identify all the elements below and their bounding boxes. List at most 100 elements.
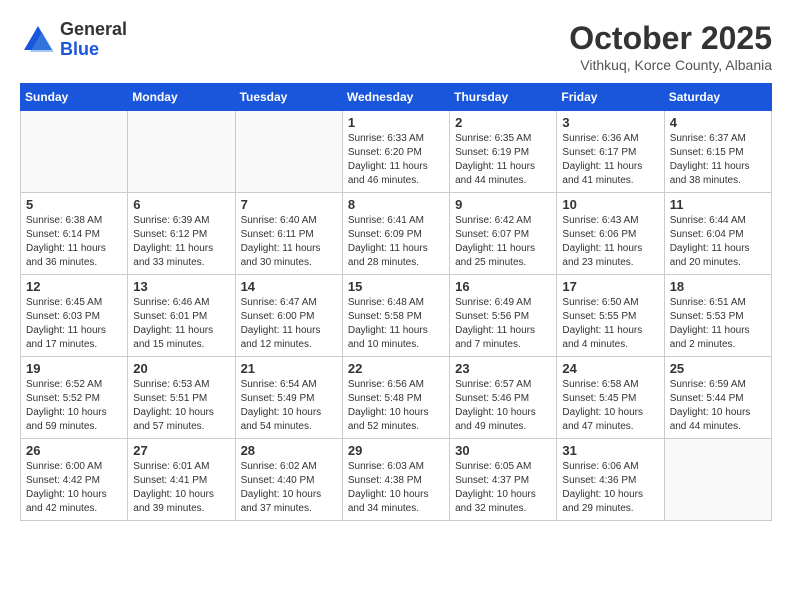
day-number: 19 bbox=[26, 361, 122, 376]
logo: General Blue bbox=[20, 20, 127, 60]
calendar-header-friday: Friday bbox=[557, 84, 664, 111]
calendar-cell: 26 Sunrise: 6:00 AM Sunset: 4:42 PM Dayli… bbox=[21, 439, 128, 521]
calendar-cell: 3 Sunrise: 6:36 AM Sunset: 6:17 PM Daylig… bbox=[557, 111, 664, 193]
day-number: 28 bbox=[241, 443, 337, 458]
day-number: 9 bbox=[455, 197, 551, 212]
day-info: Sunrise: 6:05 AM Sunset: 4:37 PM Dayligh… bbox=[455, 460, 551, 516]
calendar-cell bbox=[21, 111, 128, 193]
day-info: Sunrise: 6:02 AM Sunset: 4:40 PM Dayligh… bbox=[241, 460, 337, 516]
day-number: 1 bbox=[348, 115, 444, 130]
day-number: 27 bbox=[133, 443, 229, 458]
day-number: 23 bbox=[455, 361, 551, 376]
location-subtitle: Vithkuq, Korce County, Albania bbox=[569, 57, 772, 73]
day-number: 16 bbox=[455, 279, 551, 294]
day-info: Sunrise: 6:39 AM Sunset: 6:12 PM Dayligh… bbox=[133, 214, 229, 270]
day-number: 4 bbox=[670, 115, 766, 130]
calendar-cell: 5Sunrise: 6:38 AM Sunset: 6:14 PM Daylig… bbox=[21, 193, 128, 275]
day-info: Sunrise: 6:48 AM Sunset: 5:58 PM Dayligh… bbox=[348, 296, 444, 352]
day-info: Sunrise: 6:42 AM Sunset: 6:07 PM Dayligh… bbox=[455, 214, 551, 270]
calendar-week-row: 5Sunrise: 6:38 AM Sunset: 6:14 PM Daylig… bbox=[21, 193, 772, 275]
day-number: 7 bbox=[241, 197, 337, 212]
calendar-cell: 2 Sunrise: 6:35 AM Sunset: 6:19 PM Daylig… bbox=[450, 111, 557, 193]
calendar-week-row: 19 Sunrise: 6:52 AM Sunset: 5:52 PM Dayli… bbox=[21, 357, 772, 439]
calendar-cell: 22Sunrise: 6:56 AM Sunset: 5:48 PM Dayli… bbox=[342, 357, 449, 439]
calendar-cell bbox=[128, 111, 235, 193]
day-info: Sunrise: 6:37 AM Sunset: 6:15 PM Dayligh… bbox=[670, 132, 766, 188]
day-info: Sunrise: 6:38 AM Sunset: 6:14 PM Dayligh… bbox=[26, 214, 122, 270]
title-section: October 2025 Vithkuq, Korce County, Alba… bbox=[569, 20, 772, 73]
calendar-cell bbox=[235, 111, 342, 193]
day-info: Sunrise: 6:00 AM Sunset: 4:42 PM Dayligh… bbox=[26, 460, 122, 516]
day-info: Sunrise: 6:36 AM Sunset: 6:17 PM Dayligh… bbox=[562, 132, 658, 188]
calendar-week-row: 1Sunrise: 6:33 AM Sunset: 6:20 PM Daylig… bbox=[21, 111, 772, 193]
calendar-week-row: 26 Sunrise: 6:00 AM Sunset: 4:42 PM Dayli… bbox=[21, 439, 772, 521]
day-info: Sunrise: 6:58 AM Sunset: 5:45 PM Dayligh… bbox=[562, 378, 658, 434]
calendar-cell: 10Sunrise: 6:43 AM Sunset: 6:06 PM Dayli… bbox=[557, 193, 664, 275]
page-header: General Blue October 2025 Vithkuq, Korce… bbox=[20, 20, 772, 73]
calendar-cell: 13 Sunrise: 6:46 AM Sunset: 6:01 PM Dayli… bbox=[128, 275, 235, 357]
day-info: Sunrise: 6:59 AM Sunset: 5:44 PM Dayligh… bbox=[670, 378, 766, 434]
day-number: 30 bbox=[455, 443, 551, 458]
logo-blue: Blue bbox=[60, 40, 127, 60]
calendar-table: SundayMondayTuesdayWednesdayThursdayFrid… bbox=[20, 83, 772, 521]
day-info: Sunrise: 6:01 AM Sunset: 4:41 PM Dayligh… bbox=[133, 460, 229, 516]
day-number: 14 bbox=[241, 279, 337, 294]
day-info: Sunrise: 6:50 AM Sunset: 5:55 PM Dayligh… bbox=[562, 296, 658, 352]
day-info: Sunrise: 6:35 AM Sunset: 6:19 PM Dayligh… bbox=[455, 132, 551, 188]
day-number: 2 bbox=[455, 115, 551, 130]
day-info: Sunrise: 6:47 AM Sunset: 6:00 PM Dayligh… bbox=[241, 296, 337, 352]
day-number: 25 bbox=[670, 361, 766, 376]
day-number: 6 bbox=[133, 197, 229, 212]
calendar-cell: 15 Sunrise: 6:48 AM Sunset: 5:58 PM Dayli… bbox=[342, 275, 449, 357]
day-info: Sunrise: 6:49 AM Sunset: 5:56 PM Dayligh… bbox=[455, 296, 551, 352]
calendar-header-wednesday: Wednesday bbox=[342, 84, 449, 111]
day-number: 21 bbox=[241, 361, 337, 376]
day-info: Sunrise: 6:03 AM Sunset: 4:38 PM Dayligh… bbox=[348, 460, 444, 516]
day-number: 13 bbox=[133, 279, 229, 294]
day-number: 3 bbox=[562, 115, 658, 130]
calendar-cell: 30 Sunrise: 6:05 AM Sunset: 4:37 PM Dayli… bbox=[450, 439, 557, 521]
day-info: Sunrise: 6:46 AM Sunset: 6:01 PM Dayligh… bbox=[133, 296, 229, 352]
month-title: October 2025 bbox=[569, 20, 772, 57]
calendar-cell: 20Sunrise: 6:53 AM Sunset: 5:51 PM Dayli… bbox=[128, 357, 235, 439]
day-info: Sunrise: 6:51 AM Sunset: 5:53 PM Dayligh… bbox=[670, 296, 766, 352]
day-info: Sunrise: 6:41 AM Sunset: 6:09 PM Dayligh… bbox=[348, 214, 444, 270]
day-number: 15 bbox=[348, 279, 444, 294]
calendar-header-row: SundayMondayTuesdayWednesdayThursdayFrid… bbox=[21, 84, 772, 111]
calendar-header-thursday: Thursday bbox=[450, 84, 557, 111]
calendar-cell: 25 Sunrise: 6:59 AM Sunset: 5:44 PM Dayli… bbox=[664, 357, 771, 439]
day-number: 24 bbox=[562, 361, 658, 376]
calendar-cell: 1Sunrise: 6:33 AM Sunset: 6:20 PM Daylig… bbox=[342, 111, 449, 193]
calendar-cell: 28 Sunrise: 6:02 AM Sunset: 4:40 PM Dayli… bbox=[235, 439, 342, 521]
calendar-cell: 23 Sunrise: 6:57 AM Sunset: 5:46 PM Dayli… bbox=[450, 357, 557, 439]
day-info: Sunrise: 6:52 AM Sunset: 5:52 PM Dayligh… bbox=[26, 378, 122, 434]
day-number: 8 bbox=[348, 197, 444, 212]
calendar-cell: 18 Sunrise: 6:51 AM Sunset: 5:53 PM Dayli… bbox=[664, 275, 771, 357]
day-number: 26 bbox=[26, 443, 122, 458]
day-info: Sunrise: 6:54 AM Sunset: 5:49 PM Dayligh… bbox=[241, 378, 337, 434]
logo-general: General bbox=[60, 20, 127, 40]
calendar-cell: 7 Sunrise: 6:40 AM Sunset: 6:11 PM Daylig… bbox=[235, 193, 342, 275]
calendar-cell: 17Sunrise: 6:50 AM Sunset: 5:55 PM Dayli… bbox=[557, 275, 664, 357]
calendar-cell: 31Sunrise: 6:06 AM Sunset: 4:36 PM Dayli… bbox=[557, 439, 664, 521]
day-number: 18 bbox=[670, 279, 766, 294]
calendar-cell: 9 Sunrise: 6:42 AM Sunset: 6:07 PM Daylig… bbox=[450, 193, 557, 275]
day-number: 22 bbox=[348, 361, 444, 376]
day-number: 31 bbox=[562, 443, 658, 458]
day-info: Sunrise: 6:57 AM Sunset: 5:46 PM Dayligh… bbox=[455, 378, 551, 434]
day-number: 11 bbox=[670, 197, 766, 212]
logo-icon bbox=[20, 22, 56, 58]
calendar-cell bbox=[664, 439, 771, 521]
calendar-cell: 27 Sunrise: 6:01 AM Sunset: 4:41 PM Dayli… bbox=[128, 439, 235, 521]
calendar-cell: 19 Sunrise: 6:52 AM Sunset: 5:52 PM Dayli… bbox=[21, 357, 128, 439]
day-info: Sunrise: 6:53 AM Sunset: 5:51 PM Dayligh… bbox=[133, 378, 229, 434]
calendar-cell: 11Sunrise: 6:44 AM Sunset: 6:04 PM Dayli… bbox=[664, 193, 771, 275]
calendar-header-sunday: Sunday bbox=[21, 84, 128, 111]
day-number: 12 bbox=[26, 279, 122, 294]
logo-text: General Blue bbox=[60, 20, 127, 60]
calendar-cell: 16 Sunrise: 6:49 AM Sunset: 5:56 PM Dayli… bbox=[450, 275, 557, 357]
calendar-cell: 12Sunrise: 6:45 AM Sunset: 6:03 PM Dayli… bbox=[21, 275, 128, 357]
day-info: Sunrise: 6:40 AM Sunset: 6:11 PM Dayligh… bbox=[241, 214, 337, 270]
calendar-header-saturday: Saturday bbox=[664, 84, 771, 111]
calendar-week-row: 12Sunrise: 6:45 AM Sunset: 6:03 PM Dayli… bbox=[21, 275, 772, 357]
